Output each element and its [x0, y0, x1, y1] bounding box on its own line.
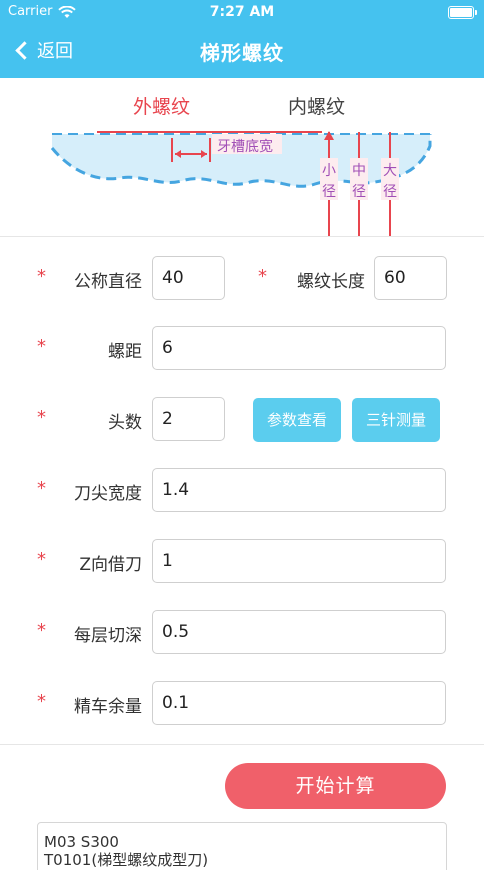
status-bar: Carrier 7:27 AM: [0, 0, 484, 26]
output-line: M03 S300: [44, 833, 119, 851]
battery-icon: [448, 6, 477, 19]
tip-width-input[interactable]: 1.4: [152, 468, 446, 512]
minor-diameter-label-2: 径: [322, 184, 336, 200]
row-nominal-diameter: * 公称直径 40 * 螺纹长度 60: [0, 256, 484, 300]
starts-input[interactable]: 2: [152, 397, 225, 441]
row-tip-width: * 刀尖宽度 1.4: [0, 468, 484, 512]
tab-external-thread[interactable]: 外螺纹: [133, 92, 190, 119]
row-depth-per-layer: * 每层切深 0.5: [0, 610, 484, 654]
depth-per-layer-label: 每层切深: [74, 626, 142, 646]
starts-label: 头数: [108, 413, 142, 433]
app-header: Carrier 7:27 AM 返回 梯形螺纹: [0, 0, 484, 78]
clock: 7:27 AM: [209, 4, 275, 20]
params-view-button[interactable]: 参数查看: [253, 398, 341, 442]
major-diameter-label-2: 径: [383, 184, 397, 200]
minor-diameter-label-1: 小: [322, 163, 336, 179]
pitch-input[interactable]: 6: [152, 326, 446, 370]
tab-internal-thread[interactable]: 内螺纹: [288, 92, 345, 119]
z-offset-input[interactable]: 1: [152, 539, 446, 583]
output-line: T0101(梯型螺纹成型刀): [44, 851, 209, 869]
row-z-offset: * Z向借刀 1: [0, 539, 484, 583]
finish-allowance-label: 精车余量: [74, 697, 142, 717]
thread-length-input[interactable]: 60: [374, 256, 447, 300]
depth-per-layer-input[interactable]: 0.5: [152, 610, 446, 654]
tip-width-label: 刀尖宽度: [74, 484, 142, 504]
pitch-diameter-label-2: 径: [352, 184, 366, 200]
start-calculation-button[interactable]: 开始计算: [225, 763, 446, 809]
nominal-diameter-label: 公称直径: [74, 272, 142, 292]
pitch-diameter-label-1: 中: [352, 163, 366, 179]
divider: [0, 236, 484, 237]
major-diameter-label-1: 大: [383, 163, 397, 179]
thread-length-label: 螺纹长度: [297, 272, 365, 292]
groove-width-label: 牙槽底宽: [217, 139, 273, 155]
nominal-diameter-input[interactable]: 40: [152, 256, 225, 300]
row-finish-allowance: * 精车余量 0.1: [0, 681, 484, 725]
row-starts: * 头数 2 参数查看 三针测量: [0, 397, 484, 442]
divider: [0, 744, 484, 745]
page-title: 梯形螺纹: [200, 41, 284, 65]
thread-diagram-panel: 外螺纹 内螺纹 牙槽底宽 小 径 中 径 大 径: [0, 78, 484, 236]
thread-profile-diagram: [50, 131, 432, 236]
z-offset-label: Z向借刀: [79, 555, 142, 575]
finish-allowance-input[interactable]: 0.1: [152, 681, 446, 725]
navigation-bar: 返回 梯形螺纹: [0, 26, 484, 74]
row-pitch: * 螺距 6: [0, 326, 484, 370]
gcode-output[interactable]: M03 S300 T0101(梯型螺纹成型刀): [37, 822, 447, 870]
three-wire-measure-button[interactable]: 三针测量: [352, 398, 440, 442]
pitch-label: 螺距: [108, 342, 142, 362]
